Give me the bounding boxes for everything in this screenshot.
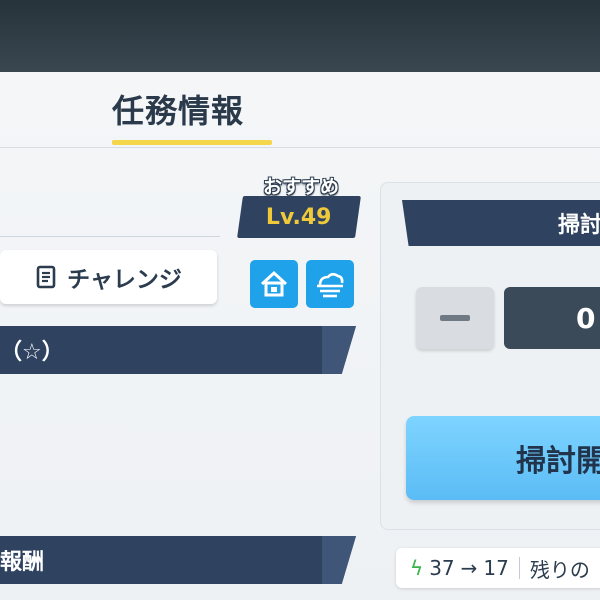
- ap-separator: [518, 557, 520, 579]
- title-underline: [112, 140, 272, 145]
- ap-from: 37: [429, 556, 455, 580]
- sweep-header-label: 掃討: [558, 213, 600, 238]
- ap-to: 17: [483, 556, 509, 580]
- recommended-level-badge: Lv.49: [237, 196, 361, 238]
- sweep-decrement-button[interactable]: [416, 287, 494, 349]
- recommended-level: おすすめ Lv.49: [237, 172, 362, 242]
- challenge-button[interactable]: チャレンジ: [0, 250, 217, 304]
- top-bar: [0, 0, 600, 72]
- section-banner-rewards: 報酬: [0, 536, 356, 584]
- bolt-icon: ϟ: [410, 556, 424, 580]
- cloud-icon: [317, 272, 344, 298]
- section-banner-rewards-text: 報酬: [0, 550, 45, 575]
- page-title: 任務情報: [112, 92, 245, 130]
- home-button[interactable]: [250, 260, 298, 308]
- info-divider: [0, 236, 220, 237]
- sweep-start-button[interactable]: 掃討開: [406, 416, 600, 500]
- home-icon: [260, 270, 288, 297]
- sweep-header: 掃討: [402, 200, 600, 246]
- sweep-count-field[interactable]: 0: [504, 287, 600, 349]
- header-divider: [0, 147, 600, 148]
- sweep-start-label: 掃討開: [516, 444, 600, 479]
- note-icon: [36, 265, 56, 289]
- minus-icon: [440, 315, 470, 321]
- recommended-level-value: Lv.49: [266, 204, 332, 230]
- challenge-label: チャレンジ: [67, 267, 182, 293]
- section-banner-difficulty: （☆）: [0, 326, 356, 374]
- ap-remaining-label: 残りの: [529, 557, 590, 582]
- sweep-count-value: 0: [576, 301, 596, 335]
- section-banner-difficulty-text: （☆）: [0, 340, 64, 365]
- arrow-right-icon: →: [460, 556, 478, 580]
- ap-cost-bar: ϟ 37 → 17 残りの: [396, 548, 600, 588]
- recommended-label: おすすめ: [262, 176, 339, 198]
- weather-button[interactable]: [306, 260, 354, 308]
